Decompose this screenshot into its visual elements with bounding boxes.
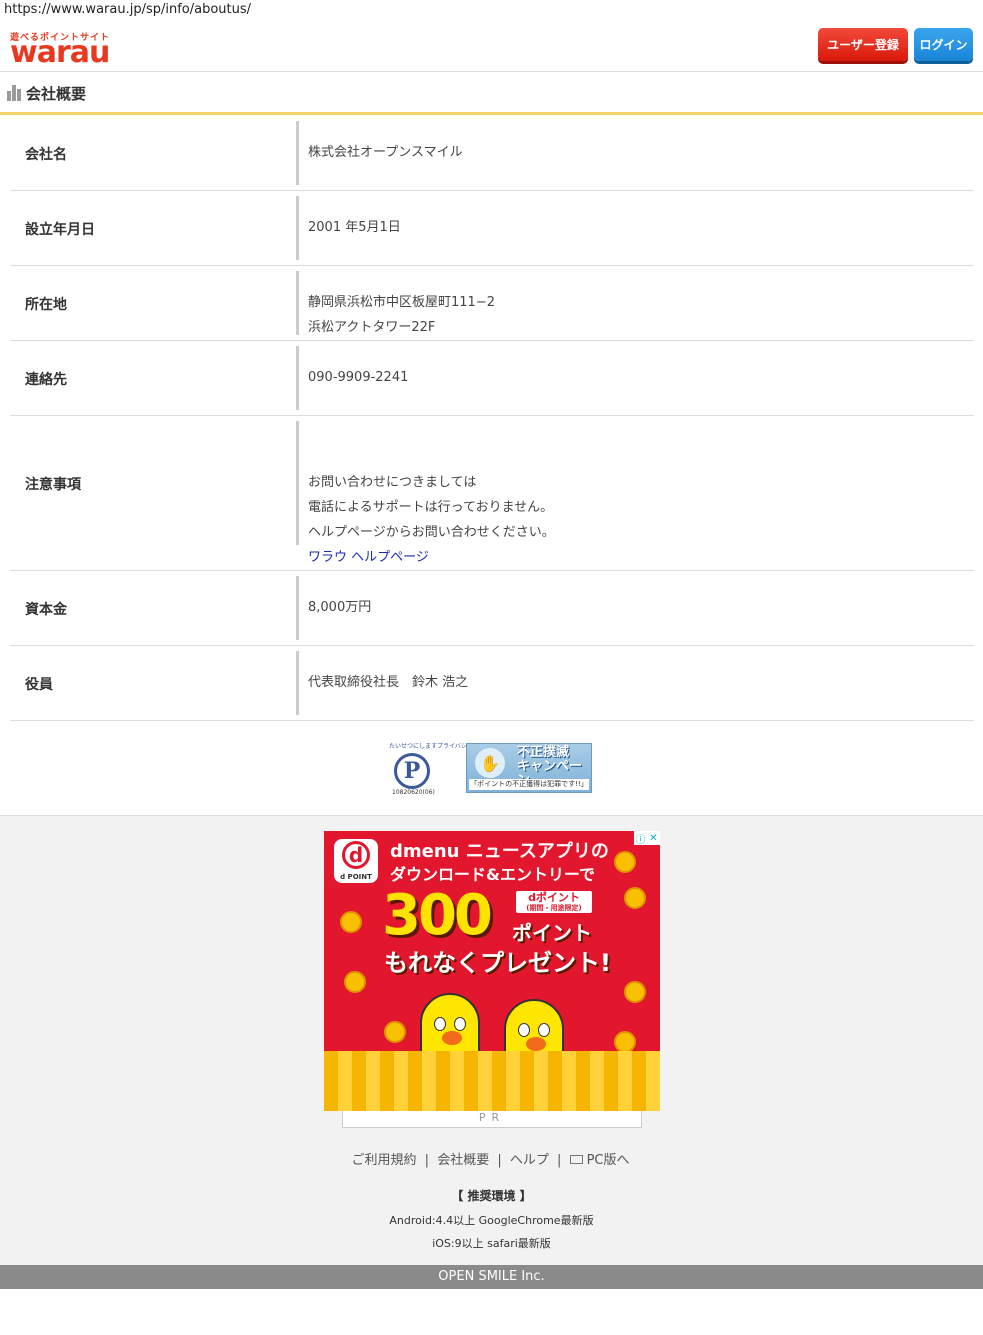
info-icon[interactable]: ⓘ [634,831,647,846]
row-divider [296,421,299,545]
close-icon[interactable]: ✕ [647,831,660,845]
footer-link-terms[interactable]: ご利用規約 [350,1153,419,1168]
user-register-button[interactable]: ユーザー登録 [818,28,908,61]
fraud-campaign-banner[interactable]: ✋ 不正撲滅 キャンペーン 「ポイントの不正獲得は犯罪です!!」 [466,743,592,793]
coin-icon [340,911,362,933]
pr-label: PR [342,1111,642,1128]
monitor-icon [569,1155,583,1164]
row-divider [296,196,299,260]
building-icon [7,85,21,101]
env-android: Android:4.4以上 GoogleChrome最新版 [389,1214,594,1227]
coin-icon [624,981,646,1003]
value-line: 2001 年5月1日 [308,220,401,235]
advertisement-banner[interactable]: ⓘ ✕ d d POINT dmenu ニュースアプリの ダウンロード&エントリ… [324,831,660,1111]
ad-dpoint-label: dポイント [528,891,580,904]
row-divider [296,271,299,335]
row-label: 所在地 [25,297,67,313]
footer-separator: | [497,1153,502,1168]
page-title-bar: 会社概要 [0,73,983,115]
url-bar[interactable]: https://www.warau.jp/sp/info/aboutus/ [4,2,251,17]
row-value: 代表取締役社長 鈴木 浩之 [308,670,468,695]
privacy-mark-badge[interactable]: たいせつにしますプライバシー P 10820620(06) [389,741,473,797]
row-divider [296,651,299,715]
fraud-title-line: 不正撲滅 [517,745,570,760]
footer-nav: ご利用規約 | 会社概要 | ヘルプ | PC版へ [0,1149,983,1168]
footer-separator: | [424,1153,430,1168]
coin-icon [614,851,636,873]
row-label: 設立年月日 [25,222,95,238]
row-divider [296,576,299,640]
page-title: 会社概要 [26,85,87,103]
privacy-mark-caption: たいせつにしますプライバシー [389,743,473,750]
privacy-mark-number: 10820620(06) [392,789,435,796]
row-divider [296,121,299,185]
ad-dpoint-note: (期間・用途限定) [526,904,582,912]
row-value: 静岡県浜松市中区板屋町111−2 浜松アクトタワー22F [308,290,495,340]
logo-wordmark: warau [10,35,110,70]
footer-link-about[interactable]: 会社概要 [435,1153,491,1168]
fraud-banner-subtitle: 「ポイントの不正獲得は犯罪です!!」 [469,779,589,790]
table-row-company-name: 会社名 株式会社オープンスマイル [10,116,974,191]
row-label: 連絡先 [25,372,67,388]
value-line: 株式会社オープンスマイル [308,145,463,160]
env-ios: iOS:9以上 safari最新版 [432,1237,551,1250]
ad-present-text: もれなくプレゼント! [384,949,611,977]
value-line: お問い合わせにつきましては [308,475,477,490]
site-header: 遊べるポイントサイト warau ユーザー登録 ログイン [0,22,983,72]
value-line: 090-9909-2241 [308,370,409,385]
ad-choices[interactable]: ⓘ ✕ [634,831,660,846]
footer-link-help[interactable]: ヘルプ [508,1153,551,1168]
table-row-contact: 連絡先 090-9909-2241 [10,341,974,416]
value-line: 代表取締役社長 鈴木 浩之 [308,675,469,690]
ad-dpoint-tag: dポイント (期間・用途限定) [514,889,594,915]
privacy-p-icon: P [394,753,430,789]
row-divider [296,346,299,410]
footer-link-pc[interactable]: PC版へ [568,1153,634,1168]
footer-area: ⓘ ✕ d d POINT dmenu ニュースアプリの ダウンロード&エントリ… [0,815,983,1265]
ad-headline-1: dmenu ニュースアプリの [390,841,609,862]
row-value: 090-9909-2241 [308,365,408,390]
row-value: 2001 年5月1日 [308,215,401,240]
ad-point-word: ポイント [512,921,592,945]
coin-icon [344,971,366,993]
login-button[interactable]: ログイン [914,28,973,61]
coin-icon [624,887,646,909]
row-label: 役員 [25,677,53,693]
footer-link-pc-label: PC版へ [586,1153,630,1168]
ad-big-number: 300 [382,883,493,948]
ad-headline-2: ダウンロード&エントリーで [390,865,595,884]
copyright-bar: OPEN SMILE Inc. [0,1265,983,1289]
row-label: 注意事項 [25,477,81,493]
help-page-link[interactable]: ワラウ ヘルプページ [308,550,429,565]
table-row-address: 所在地 静岡県浜松市中区板屋町111−2 浜松アクトタワー22F [10,266,974,341]
value-line: 電話によるサポートは行っておりません。 [308,500,554,515]
value-line: 浜松アクトタワー22F [308,320,436,335]
row-label: 会社名 [25,147,67,163]
trust-badges: たいせつにしますプライバシー P 10820620(06) ✋ 不正撲滅 キャン… [0,721,983,815]
company-info-table: 会社名 株式会社オープンスマイル 設立年月日 2001 年5月1日 所在地 静岡… [10,116,974,721]
hand-stop-icon: ✋ [475,748,505,778]
value-line: 静岡県浜松市中区板屋町111−2 [308,295,495,310]
value-line: ヘルプページからお問い合わせください。 [308,525,555,540]
coin-icon [614,1031,636,1053]
table-row-officers: 役員 代表取締役社長 鈴木 浩之 [10,646,974,721]
dpoint-logo: d d POINT [334,839,378,883]
row-value: 株式会社オープンスマイル [308,140,463,165]
row-value: お問い合わせにつきましては 電話によるサポートは行っておりません。 ヘルプページ… [308,470,555,570]
value-line: 8,000万円 [308,600,372,615]
recommended-env-title: 【 推奨環境 】 [451,1189,532,1203]
dpoint-brand: d POINT [340,873,372,881]
dpoint-d-icon: d [342,841,370,869]
gold-coins-pile [324,1051,660,1111]
footer-separator: | [557,1153,562,1168]
table-row-capital: 資本金 8,000万円 [10,571,974,646]
coin-icon [384,1021,406,1043]
table-row-notes: 注意事項 お問い合わせにつきましては 電話によるサポートは行っておりません。 ヘ… [10,416,974,571]
table-row-founded: 設立年月日 2001 年5月1日 [10,191,974,266]
row-label: 資本金 [25,602,67,618]
warau-logo[interactable]: 遊べるポイントサイト warau [10,30,120,70]
row-value: 8,000万円 [308,595,371,620]
